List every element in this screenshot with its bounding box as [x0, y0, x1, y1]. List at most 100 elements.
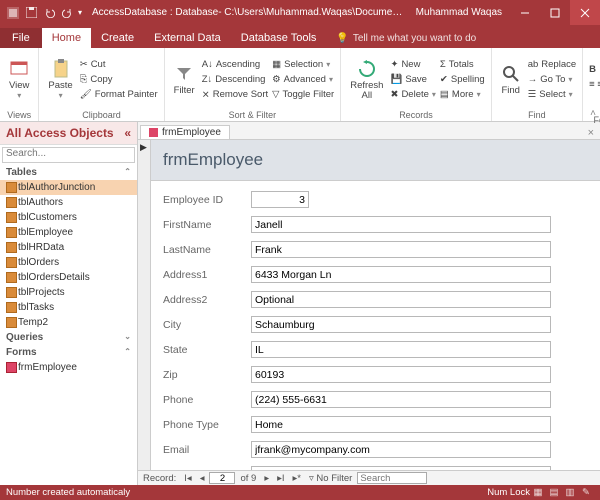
recnav-new-button[interactable]: ▸*	[290, 473, 304, 484]
remove-sort-icon: ⨯	[202, 88, 210, 102]
minimize-button[interactable]	[510, 0, 540, 25]
nav-item-tblhrdata[interactable]: tblHRData	[0, 240, 137, 255]
nav-item-temp2[interactable]: Temp2	[0, 315, 137, 330]
input-address1[interactable]	[251, 266, 551, 283]
nav-collapse-icon[interactable]: «	[124, 126, 131, 140]
remove-sort-button[interactable]: ⨯Remove Sort	[200, 88, 270, 102]
input-address2[interactable]	[251, 291, 551, 308]
cut-button[interactable]: ✂Cut	[78, 58, 160, 72]
new-button[interactable]: ✦New	[388, 58, 437, 72]
qat-customize-icon[interactable]: ▾	[78, 8, 82, 17]
doc-tab-close-icon[interactable]: ×	[582, 127, 600, 139]
sort-desc-button[interactable]: Z↓Descending	[200, 73, 270, 87]
input-firstname[interactable]	[251, 216, 551, 233]
input-phone[interactable]	[251, 391, 551, 408]
record-selector[interactable]: ▶	[138, 140, 151, 470]
nav-search-input[interactable]	[6, 148, 131, 159]
view-datasheet-icon[interactable]: ▤	[546, 487, 562, 498]
tab-create[interactable]: Create	[91, 28, 144, 48]
save-icon[interactable]	[24, 6, 38, 20]
replace-button[interactable]: abReplace	[526, 58, 578, 72]
align-buttons[interactable]: ≡ ≡ ≡ │ ⊞▾	[587, 78, 600, 92]
brush-icon: 🖌	[80, 88, 92, 102]
copy-icon: ⎘	[80, 73, 88, 87]
nav-header[interactable]: All Access Objects «	[0, 122, 137, 145]
input-phonetype[interactable]	[251, 416, 551, 433]
view-form-icon[interactable]: ▦	[530, 487, 546, 498]
form-body: Employee ID FirstName LastName Address1 …	[151, 181, 600, 470]
quick-access-toolbar: ▾	[0, 6, 88, 20]
nav-item-tblemployee[interactable]: tblEmployee	[0, 225, 137, 240]
user-name[interactable]: Muhammad Waqas	[408, 7, 510, 18]
tab-external-data[interactable]: External Data	[144, 28, 231, 48]
spelling-button[interactable]: ✔Spelling	[438, 73, 487, 87]
delete-button[interactable]: ✖Delete ▾	[388, 88, 437, 102]
totals-button[interactable]: ΣTotals	[438, 58, 487, 72]
view-button[interactable]: View▾	[4, 58, 34, 102]
paste-button[interactable]: Paste▾	[43, 58, 77, 102]
sort-asc-button[interactable]: A↓Ascending	[200, 58, 270, 72]
input-state[interactable]	[251, 341, 551, 358]
advanced-button[interactable]: ⚙Advanced ▾	[270, 73, 336, 87]
save-record-button[interactable]: 💾Save	[388, 73, 437, 87]
nav-item-tblauthors[interactable]: tblAuthors	[0, 195, 137, 210]
paste-icon	[51, 59, 71, 79]
nav-item-tblordersdetails[interactable]: tblOrdersDetails	[0, 270, 137, 285]
toggle-filter-button[interactable]: ▽Toggle Filter	[270, 88, 336, 102]
recnav-first-button[interactable]: I◂	[181, 473, 194, 484]
copy-button[interactable]: ⎘Copy	[78, 73, 160, 87]
sort-asc-icon: A↓	[202, 58, 213, 72]
label-email: Email	[163, 444, 251, 456]
tell-me[interactable]: 💡 Tell me what you want to do	[326, 29, 486, 48]
undo-icon[interactable]	[42, 6, 56, 20]
tab-database-tools[interactable]: Database Tools	[231, 28, 327, 48]
input-city[interactable]	[251, 316, 551, 333]
recnav-last-button[interactable]: ▸I	[274, 473, 287, 484]
redo-icon[interactable]	[60, 6, 74, 20]
nav-item-tblorders[interactable]: tblOrders	[0, 255, 137, 270]
recnav-current-input[interactable]	[209, 472, 235, 484]
nav-group-forms[interactable]: Forms⌃	[0, 345, 137, 360]
ribbon-tabs: File Home Create External Data Database …	[0, 25, 600, 48]
recnav-next-button[interactable]: ▸	[261, 473, 272, 484]
filter-button[interactable]: Filter	[169, 63, 200, 97]
input-zip[interactable]	[251, 366, 551, 383]
nav-search[interactable]	[2, 147, 135, 163]
nav-item-tblauthorjunction[interactable]: tblAuthorJunction	[0, 180, 137, 195]
ribbon-collapse-icon[interactable]: ˄	[590, 108, 596, 119]
form-area: ▶ frmEmployee Employee ID FirstName Last…	[138, 140, 600, 470]
input-email[interactable]	[251, 441, 551, 458]
more-button[interactable]: ▤More ▾	[438, 88, 487, 102]
maximize-button[interactable]	[540, 0, 570, 25]
nav-item-frmemployee[interactable]: frmEmployee	[0, 360, 137, 375]
recnav-search-input[interactable]	[357, 472, 427, 484]
doc-tab-frmemployee[interactable]: frmEmployee	[140, 125, 230, 139]
status-bar: Number created automaticaly Num Lock ▦ ▤…	[0, 485, 600, 500]
view-design-icon[interactable]: ✎	[578, 487, 594, 498]
nav-item-tbltasks[interactable]: tblTasks	[0, 300, 137, 315]
nav-item-tblprojects[interactable]: tblProjects	[0, 285, 137, 300]
recnav-nofilter[interactable]: ▿ No Filter	[306, 473, 355, 484]
copy-label: Copy	[90, 73, 112, 87]
more-label: More	[452, 88, 474, 102]
view-layout-icon[interactable]: ▥	[562, 487, 578, 498]
find-button[interactable]: Find	[496, 63, 526, 97]
delete-label: Delete	[401, 88, 428, 102]
format-painter-button[interactable]: 🖌Format Painter	[78, 88, 160, 102]
tab-home[interactable]: Home	[42, 28, 91, 48]
recnav-prev-button[interactable]: ◂	[197, 473, 208, 484]
goto-button[interactable]: →Go To ▾	[526, 73, 578, 87]
input-employeeid[interactable]	[251, 191, 309, 208]
nav-group-tables[interactable]: Tables⌃	[0, 165, 137, 180]
bold-button[interactable]: B I U A▾	[587, 63, 600, 77]
selection-button[interactable]: ▦Selection ▾	[270, 58, 336, 72]
select-button[interactable]: ☰Select ▾	[526, 88, 578, 102]
nav-item-tblcustomers[interactable]: tblCustomers	[0, 210, 137, 225]
ribbon-group-records: Refresh All ✦New 💾Save ✖Delete ▾ ΣTotals…	[341, 48, 492, 121]
refresh-all-button[interactable]: Refresh All	[345, 58, 388, 102]
close-button[interactable]	[570, 0, 600, 25]
input-lastname[interactable]	[251, 241, 551, 258]
input-jobtitle[interactable]	[251, 466, 551, 470]
file-tab[interactable]: File	[0, 28, 42, 48]
nav-group-queries[interactable]: Queries⌄	[0, 330, 137, 345]
